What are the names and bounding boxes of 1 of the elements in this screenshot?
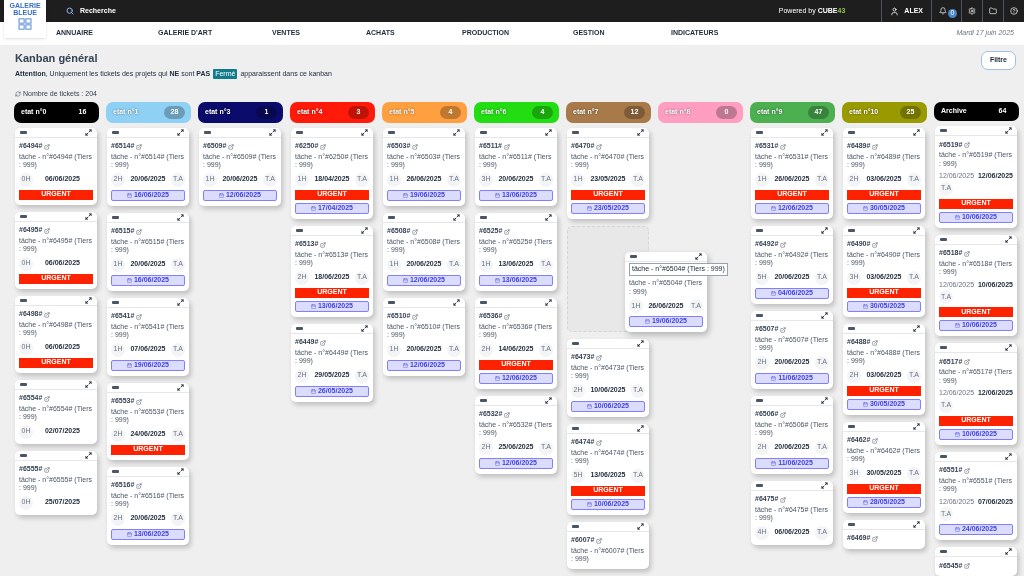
- page-title: Kanban général: [15, 51, 99, 66]
